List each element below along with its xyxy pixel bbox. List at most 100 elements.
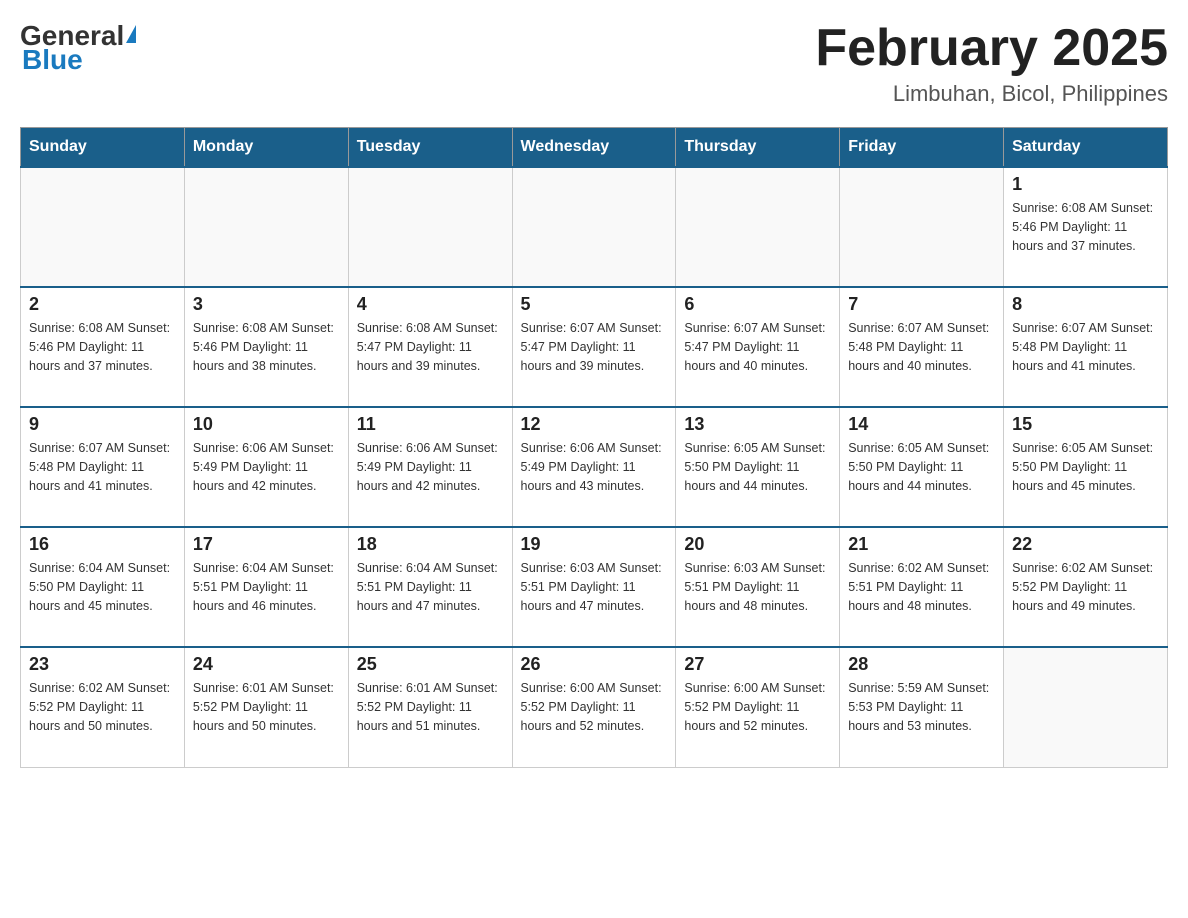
calendar-week-row: 23 Sunrise: 6:02 AM Sunset: 5:52 PM Dayli… <box>21 647 1168 767</box>
calendar-day-cell <box>1004 647 1168 767</box>
day-number: 1 <box>1012 174 1159 195</box>
day-number: 28 <box>848 654 995 675</box>
month-title: February 2025 <box>815 20 1168 77</box>
day-number: 6 <box>684 294 831 315</box>
logo: General Blue <box>20 20 138 76</box>
day-info: Sunrise: 6:05 AM Sunset: 5:50 PM Dayligh… <box>684 439 831 495</box>
col-tuesday: Tuesday <box>348 128 512 168</box>
day-number: 7 <box>848 294 995 315</box>
day-info: Sunrise: 6:06 AM Sunset: 5:49 PM Dayligh… <box>357 439 504 495</box>
calendar-day-cell: 4 Sunrise: 6:08 AM Sunset: 5:47 PM Daylig… <box>348 287 512 407</box>
calendar-day-cell: 6 Sunrise: 6:07 AM Sunset: 5:47 PM Daylig… <box>676 287 840 407</box>
calendar-day-cell: 16 Sunrise: 6:04 AM Sunset: 5:50 PM Dayli… <box>21 527 185 647</box>
calendar-week-row: 2 Sunrise: 6:08 AM Sunset: 5:46 PM Daylig… <box>21 287 1168 407</box>
day-info: Sunrise: 6:05 AM Sunset: 5:50 PM Dayligh… <box>1012 439 1159 495</box>
calendar-day-cell: 12Sunrise: 6:06 AM Sunset: 5:49 PM Dayli… <box>512 407 676 527</box>
day-number: 11 <box>357 414 504 435</box>
day-number: 22 <box>1012 534 1159 555</box>
logo-triangle-icon <box>126 25 136 43</box>
day-number: 26 <box>521 654 668 675</box>
calendar-day-cell: 3 Sunrise: 6:08 AM Sunset: 5:46 PM Daylig… <box>184 287 348 407</box>
day-info: Sunrise: 6:08 AM Sunset: 5:46 PM Dayligh… <box>193 319 340 375</box>
calendar-day-cell <box>512 167 676 287</box>
day-number: 13 <box>684 414 831 435</box>
day-info: Sunrise: 6:02 AM Sunset: 5:51 PM Dayligh… <box>848 559 995 615</box>
calendar-day-cell: 7 Sunrise: 6:07 AM Sunset: 5:48 PM Daylig… <box>840 287 1004 407</box>
col-thursday: Thursday <box>676 128 840 168</box>
calendar-table: Sunday Monday Tuesday Wednesday Thursday… <box>20 127 1168 768</box>
day-info: Sunrise: 6:04 AM Sunset: 5:50 PM Dayligh… <box>29 559 176 615</box>
calendar-day-cell <box>348 167 512 287</box>
day-number: 3 <box>193 294 340 315</box>
day-info: Sunrise: 6:03 AM Sunset: 5:51 PM Dayligh… <box>521 559 668 615</box>
calendar-day-cell <box>184 167 348 287</box>
day-info: Sunrise: 6:08 AM Sunset: 5:47 PM Dayligh… <box>357 319 504 375</box>
day-info: Sunrise: 6:07 AM Sunset: 5:48 PM Dayligh… <box>848 319 995 375</box>
day-number: 10 <box>193 414 340 435</box>
col-friday: Friday <box>840 128 1004 168</box>
day-info: Sunrise: 6:04 AM Sunset: 5:51 PM Dayligh… <box>193 559 340 615</box>
calendar-day-cell: 5 Sunrise: 6:07 AM Sunset: 5:47 PM Daylig… <box>512 287 676 407</box>
day-number: 17 <box>193 534 340 555</box>
title-area: February 2025 Limbuhan, Bicol, Philippin… <box>815 20 1168 107</box>
day-info: Sunrise: 6:02 AM Sunset: 5:52 PM Dayligh… <box>1012 559 1159 615</box>
calendar-day-cell: 24Sunrise: 6:01 AM Sunset: 5:52 PM Dayli… <box>184 647 348 767</box>
day-info: Sunrise: 6:07 AM Sunset: 5:48 PM Dayligh… <box>1012 319 1159 375</box>
calendar-day-cell <box>676 167 840 287</box>
day-info: Sunrise: 6:01 AM Sunset: 5:52 PM Dayligh… <box>357 679 504 735</box>
day-number: 8 <box>1012 294 1159 315</box>
calendar-day-cell: 1 Sunrise: 6:08 AM Sunset: 5:46 PM Daylig… <box>1004 167 1168 287</box>
day-info: Sunrise: 5:59 AM Sunset: 5:53 PM Dayligh… <box>848 679 995 735</box>
logo-blue-label: Blue <box>20 44 83 76</box>
day-info: Sunrise: 6:07 AM Sunset: 5:47 PM Dayligh… <box>521 319 668 375</box>
day-number: 12 <box>521 414 668 435</box>
day-number: 27 <box>684 654 831 675</box>
calendar-day-cell: 10 Sunrise: 6:06 AM Sunset: 5:49 PM Dayli… <box>184 407 348 527</box>
calendar-day-cell: 15 Sunrise: 6:05 AM Sunset: 5:50 PM Dayli… <box>1004 407 1168 527</box>
day-number: 18 <box>357 534 504 555</box>
day-number: 25 <box>357 654 504 675</box>
col-monday: Monday <box>184 128 348 168</box>
day-info: Sunrise: 6:01 AM Sunset: 5:52 PM Dayligh… <box>193 679 340 735</box>
calendar-day-cell: 8 Sunrise: 6:07 AM Sunset: 5:48 PM Daylig… <box>1004 287 1168 407</box>
calendar-day-cell: 18 Sunrise: 6:04 AM Sunset: 5:51 PM Dayli… <box>348 527 512 647</box>
day-info: Sunrise: 6:08 AM Sunset: 5:46 PM Dayligh… <box>29 319 176 375</box>
day-info: Sunrise: 6:07 AM Sunset: 5:48 PM Dayligh… <box>29 439 176 495</box>
calendar-day-cell: 2 Sunrise: 6:08 AM Sunset: 5:46 PM Daylig… <box>21 287 185 407</box>
calendar-day-cell: 11 Sunrise: 6:06 AM Sunset: 5:49 PM Dayli… <box>348 407 512 527</box>
calendar-header-row: Sunday Monday Tuesday Wednesday Thursday… <box>21 128 1168 168</box>
day-info: Sunrise: 6:07 AM Sunset: 5:47 PM Dayligh… <box>684 319 831 375</box>
day-number: 19 <box>521 534 668 555</box>
calendar-day-cell: 28 Sunrise: 5:59 AM Sunset: 5:53 PM Dayli… <box>840 647 1004 767</box>
day-number: 14 <box>848 414 995 435</box>
calendar-day-cell: 20 Sunrise: 6:03 AM Sunset: 5:51 PM Dayli… <box>676 527 840 647</box>
calendar-day-cell: 19 Sunrise: 6:03 AM Sunset: 5:51 PM Dayli… <box>512 527 676 647</box>
page-header: General Blue February 2025 Limbuhan, Bic… <box>20 20 1168 107</box>
calendar-day-cell: 23 Sunrise: 6:02 AM Sunset: 5:52 PM Dayli… <box>21 647 185 767</box>
calendar-day-cell: 22 Sunrise: 6:02 AM Sunset: 5:52 PM Dayli… <box>1004 527 1168 647</box>
day-number: 2 <box>29 294 176 315</box>
day-info: Sunrise: 6:03 AM Sunset: 5:51 PM Dayligh… <box>684 559 831 615</box>
calendar-day-cell: 25 Sunrise: 6:01 AM Sunset: 5:52 PM Dayli… <box>348 647 512 767</box>
day-info: Sunrise: 6:02 AM Sunset: 5:52 PM Dayligh… <box>29 679 176 735</box>
day-number: 23 <box>29 654 176 675</box>
day-info: Sunrise: 6:08 AM Sunset: 5:46 PM Dayligh… <box>1012 199 1159 255</box>
day-number: 15 <box>1012 414 1159 435</box>
calendar-day-cell: 14 Sunrise: 6:05 AM Sunset: 5:50 PM Dayli… <box>840 407 1004 527</box>
col-saturday: Saturday <box>1004 128 1168 168</box>
day-number: 5 <box>521 294 668 315</box>
day-info: Sunrise: 6:00 AM Sunset: 5:52 PM Dayligh… <box>684 679 831 735</box>
day-number: 21 <box>848 534 995 555</box>
day-info: Sunrise: 6:06 AM Sunset: 5:49 PM Dayligh… <box>193 439 340 495</box>
col-wednesday: Wednesday <box>512 128 676 168</box>
day-number: 4 <box>357 294 504 315</box>
calendar-day-cell: 17 Sunrise: 6:04 AM Sunset: 5:51 PM Dayli… <box>184 527 348 647</box>
calendar-day-cell: 9Sunrise: 6:07 AM Sunset: 5:48 PM Daylig… <box>21 407 185 527</box>
calendar-day-cell: 21 Sunrise: 6:02 AM Sunset: 5:51 PM Dayli… <box>840 527 1004 647</box>
day-info: Sunrise: 6:04 AM Sunset: 5:51 PM Dayligh… <box>357 559 504 615</box>
calendar-day-cell <box>840 167 1004 287</box>
calendar-day-cell: 26Sunrise: 6:00 AM Sunset: 5:52 PM Dayli… <box>512 647 676 767</box>
day-number: 16 <box>29 534 176 555</box>
day-info: Sunrise: 6:05 AM Sunset: 5:50 PM Dayligh… <box>848 439 995 495</box>
day-number: 20 <box>684 534 831 555</box>
